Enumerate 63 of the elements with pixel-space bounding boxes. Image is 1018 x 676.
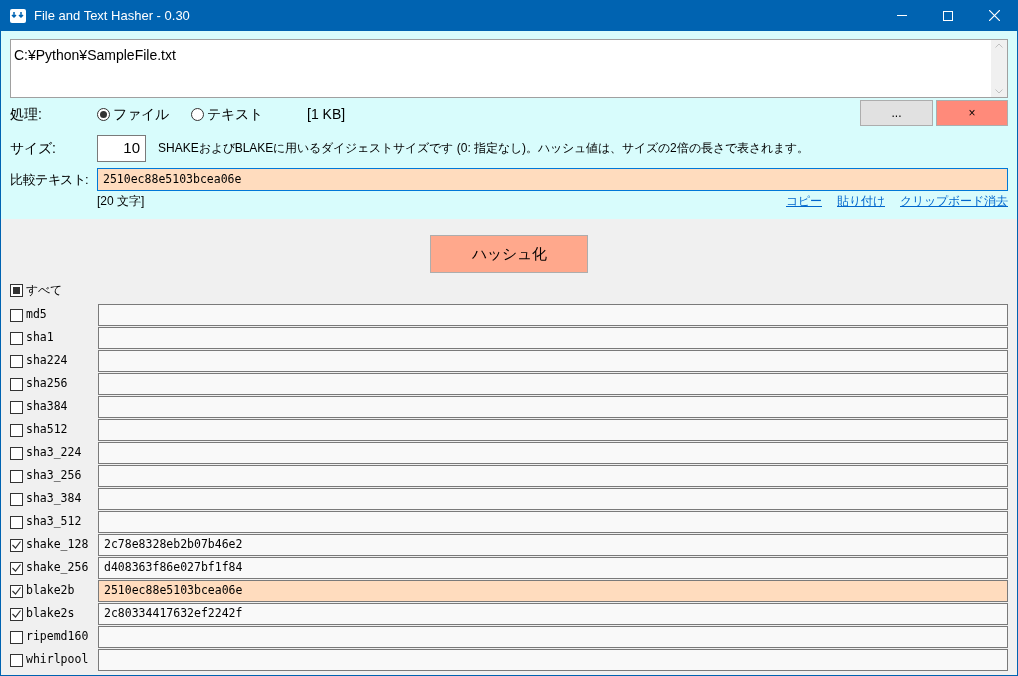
link[interactable]: コピー <box>786 192 822 210</box>
algorithm-label: md5 <box>26 306 48 324</box>
algorithm-label: shake_256 <box>26 559 90 577</box>
algorithm-checkbox[interactable] <box>10 515 23 529</box>
algorithm-label: blake2b <box>26 582 76 600</box>
select-all-checkbox[interactable] <box>10 283 23 297</box>
algorithm-label: sha384 <box>26 398 69 416</box>
algorithm-label: sha3_256 <box>26 467 83 485</box>
algorithm-checkbox[interactable] <box>10 607 23 621</box>
algorithm-label: sha1 <box>26 329 55 347</box>
link[interactable]: 貼り付け <box>837 192 885 210</box>
file-size: [1 KB] <box>307 104 346 124</box>
algorithm-checkbox[interactable] <box>10 492 23 506</box>
algorithm-checkbox[interactable] <box>10 584 23 598</box>
algorithm-label: sha512 <box>26 421 69 439</box>
size-description: SHAKEおよびBLAKEに用いるダイジェストサイズです (0: 指定なし)。ハッシュ値は、サイズの2倍の長さで表されます。 <box>158 140 809 157</box>
character-count: [20 文字] <box>97 193 145 210</box>
algorithm-label: sha3_512 <box>26 513 83 531</box>
size-label: サイズ: <box>10 138 57 158</box>
algorithm-checkbox[interactable] <box>10 354 23 368</box>
scrollbar[interactable] <box>991 40 1007 97</box>
compare-label: 比較テキスト: <box>10 170 90 189</box>
algorithm-checkbox[interactable] <box>10 561 23 575</box>
scroll-down-icon <box>995 89 1003 94</box>
browse-button[interactable]: ... <box>860 100 933 126</box>
algorithm-checkbox[interactable] <box>10 377 23 391</box>
compare-text-field[interactable]: 2510ec88e5103bcea06e <box>97 168 1008 191</box>
algorithm-checkbox[interactable] <box>10 423 23 437</box>
algorithm-checkbox[interactable] <box>10 308 23 322</box>
algorithm-label: whirlpool <box>26 651 90 669</box>
maximize-icon <box>943 10 953 21</box>
clear-button[interactable]: × <box>936 100 1008 126</box>
input-text-area[interactable]: C:¥Python¥SampleFile.txt <box>10 39 1008 98</box>
size-field[interactable]: 10 <box>97 134 146 162</box>
algorithm-label: sha3_384 <box>26 490 83 508</box>
algorithm-checkbox[interactable] <box>10 469 23 483</box>
link[interactable]: クリップボード消去 <box>900 192 1008 210</box>
algorithm-label: blake2s <box>26 605 76 623</box>
hash-value-field: d408363f86e027bf1f84 <box>98 557 1008 579</box>
algorithm-label: ripemd160 <box>26 628 90 646</box>
algorithm-label: sha3_224 <box>26 444 83 462</box>
hash-button[interactable]: ハッシュ化 <box>430 235 588 273</box>
mode-label: 処理: <box>10 104 43 124</box>
hash-value-field: 2510ec88e5103bcea06e <box>98 580 1008 602</box>
select-all-label: すべて <box>26 282 62 299</box>
hash-value-field: 2c78e8328eb2b07b46e2 <box>98 534 1008 556</box>
scroll-up-icon <box>995 43 1003 48</box>
algorithm-checkbox[interactable] <box>10 538 23 552</box>
algorithm-label: sha256 <box>26 375 69 393</box>
algorithm-checkbox[interactable] <box>10 630 23 644</box>
algorithm-label: shake_128 <box>26 536 90 554</box>
app-icon <box>10 8 26 23</box>
mode-radio[interactable]: テキスト <box>191 103 263 125</box>
close-icon <box>988 10 1000 21</box>
window-title: File and Text Hasher - 0.30 <box>34 6 190 25</box>
algorithm-checkbox[interactable] <box>10 331 23 345</box>
mode-radio[interactable]: ファイル <box>97 103 169 125</box>
algorithm-checkbox[interactable] <box>10 653 23 667</box>
algorithm-checkbox[interactable] <box>10 400 23 414</box>
hash-value-field: 2c80334417632ef2242f <box>98 603 1008 625</box>
minimize-icon <box>897 15 907 16</box>
algorithm-checkbox[interactable] <box>10 446 23 460</box>
algorithm-label: sha224 <box>26 352 69 370</box>
